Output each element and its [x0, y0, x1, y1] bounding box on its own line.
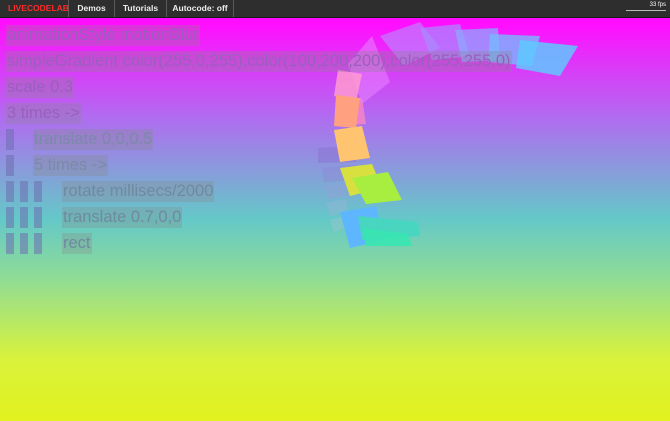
indent-guides: [6, 181, 48, 202]
code-line-text: 5 times ->: [33, 155, 108, 176]
indent-guides: [6, 233, 48, 254]
indent-bar: [20, 207, 28, 228]
indent-bar: [6, 129, 14, 150]
code-line[interactable]: translate 0.7,0,0: [0, 207, 670, 233]
indent-bar: [6, 155, 14, 176]
indent-bar: [20, 233, 28, 254]
code-line-text: 3 times ->: [6, 103, 81, 124]
indent-bar: [34, 181, 42, 202]
indent-guides: [6, 207, 48, 228]
code-line[interactable]: rotate millisecs/2000: [0, 181, 670, 207]
code-line[interactable]: simpleGradient color(255,0,255),color(10…: [0, 51, 670, 77]
indent-guides: [6, 129, 20, 150]
code-line[interactable]: rect: [0, 233, 670, 259]
code-line[interactable]: 5 times ->: [0, 155, 670, 181]
indent-guides: [6, 155, 20, 176]
code-line-text: scale 0.3: [6, 77, 75, 98]
indent-bar: [34, 233, 42, 254]
code-line[interactable]: 3 times ->: [0, 103, 670, 129]
indent-bar: [34, 207, 42, 228]
code-line-text: rotate millisecs/2000: [62, 181, 215, 202]
code-editor[interactable]: animationStyle motionBlur simpleGradient…: [0, 25, 670, 259]
code-line-text: animationStyle motionBlur: [6, 25, 200, 46]
code-line-text: rect: [62, 233, 92, 254]
indent-bar: [6, 181, 14, 202]
indent-bar: [6, 233, 14, 254]
indent-bar: [20, 181, 28, 202]
code-line-text: translate 0.7,0,0: [62, 207, 183, 228]
code-line-text: translate 0,0,0.5: [33, 129, 154, 150]
code-line-text: simpleGradient color(255,0,255),color(10…: [6, 51, 512, 72]
code-line[interactable]: scale 0.3: [0, 77, 670, 103]
code-line[interactable]: animationStyle motionBlur: [0, 25, 670, 51]
code-line[interactable]: translate 0,0,0.5: [0, 129, 670, 155]
indent-bar: [6, 207, 14, 228]
